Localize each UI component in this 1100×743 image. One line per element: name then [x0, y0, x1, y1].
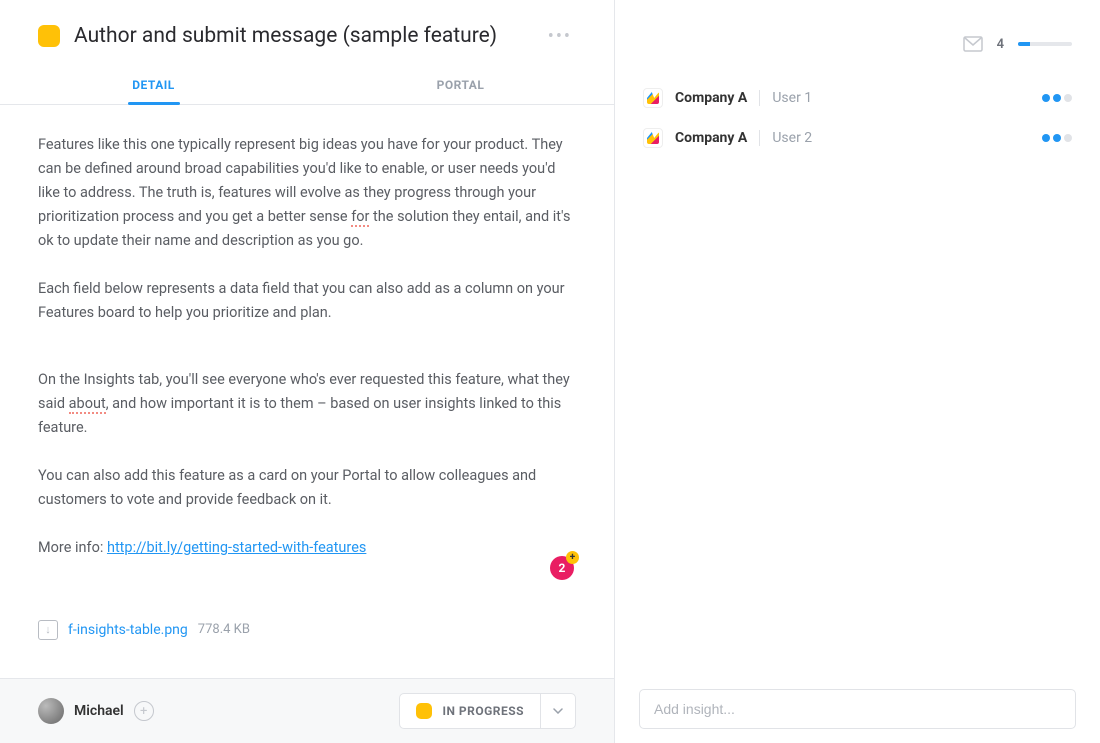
footer: Michael + IN PROGRESS	[0, 678, 614, 743]
header: Author and submit message (sample featur…	[0, 0, 614, 64]
more-info-link[interactable]: http://bit.ly/getting-started-with-featu…	[107, 539, 366, 556]
tab-portal[interactable]: PORTAL	[307, 64, 614, 104]
owner-name[interactable]: Michael	[74, 703, 124, 719]
download-icon[interactable]	[38, 620, 58, 640]
detail-paragraph: More info: http://bit.ly/getting-started…	[38, 536, 576, 560]
dot-icon	[1053, 134, 1061, 142]
attachment-name[interactable]: f-insights-table.png	[68, 622, 188, 638]
status-color-chip	[416, 703, 432, 719]
status-button[interactable]: IN PROGRESS	[400, 694, 540, 728]
status-label: IN PROGRESS	[442, 704, 524, 718]
company-logo-icon	[643, 88, 663, 108]
divider	[759, 90, 760, 106]
company-name: Company A	[675, 130, 747, 146]
insight-user: User 2	[772, 130, 812, 146]
insight-row[interactable]: Company A User 2	[633, 118, 1082, 158]
tabs: DETAIL PORTAL	[0, 64, 614, 105]
status-selector: IN PROGRESS	[399, 693, 576, 729]
dot-icon	[1042, 94, 1050, 102]
insights-footer	[615, 675, 1100, 743]
status-dropdown-caret[interactable]	[540, 694, 575, 728]
detail-paragraph: Each field below represents a data field…	[38, 277, 576, 325]
detail-paragraph: You can also add this feature as a card …	[38, 464, 576, 512]
insight-list: Company A User 1 Company A User 2	[615, 72, 1100, 164]
dot-icon	[1042, 134, 1050, 142]
plus-icon: +	[566, 551, 579, 564]
detail-body[interactable]: Features like this one typically represe…	[0, 105, 614, 678]
owner-avatar[interactable]	[38, 698, 64, 724]
company-logo-icon	[643, 128, 663, 148]
insight-user: User 1	[772, 90, 812, 106]
attachment-size: 778.4 KB	[198, 622, 250, 637]
count-badge[interactable]: 2 +	[550, 556, 574, 580]
insights-header: 4	[615, 0, 1100, 72]
spellcheck-word: for	[351, 208, 369, 227]
feature-title[interactable]: Author and submit message (sample featur…	[74, 24, 544, 48]
attachment-row[interactable]: f-insights-table.png 778.4 KB	[38, 620, 576, 640]
importance-dots[interactable]	[1042, 94, 1072, 102]
more-options-icon[interactable]: •••	[544, 26, 576, 47]
dot-icon	[1053, 94, 1061, 102]
insights-pane: 4 Company A User 1 Company A User 2	[615, 0, 1100, 743]
tab-detail[interactable]: DETAIL	[0, 64, 307, 104]
chevron-down-icon	[553, 708, 563, 714]
detail-paragraph: On the Insights tab, you'll see everyone…	[38, 368, 576, 440]
progress-fill	[1018, 42, 1030, 46]
insight-count: 4	[997, 37, 1004, 52]
dot-icon	[1064, 94, 1072, 102]
detail-pane: Author and submit message (sample featur…	[0, 0, 615, 743]
mail-icon[interactable]	[963, 36, 983, 52]
dot-icon	[1064, 134, 1072, 142]
insight-row[interactable]: Company A User 1	[633, 78, 1082, 118]
importance-dots[interactable]	[1042, 134, 1072, 142]
detail-paragraph: Features like this one typically represe…	[38, 133, 576, 253]
add-owner-button[interactable]: +	[134, 701, 154, 721]
add-insight-input[interactable]	[639, 689, 1076, 729]
insight-progress	[1018, 42, 1072, 46]
feature-color-chip	[38, 25, 60, 47]
divider	[759, 130, 760, 146]
spellcheck-word: about	[69, 395, 106, 414]
company-name: Company A	[675, 90, 747, 106]
